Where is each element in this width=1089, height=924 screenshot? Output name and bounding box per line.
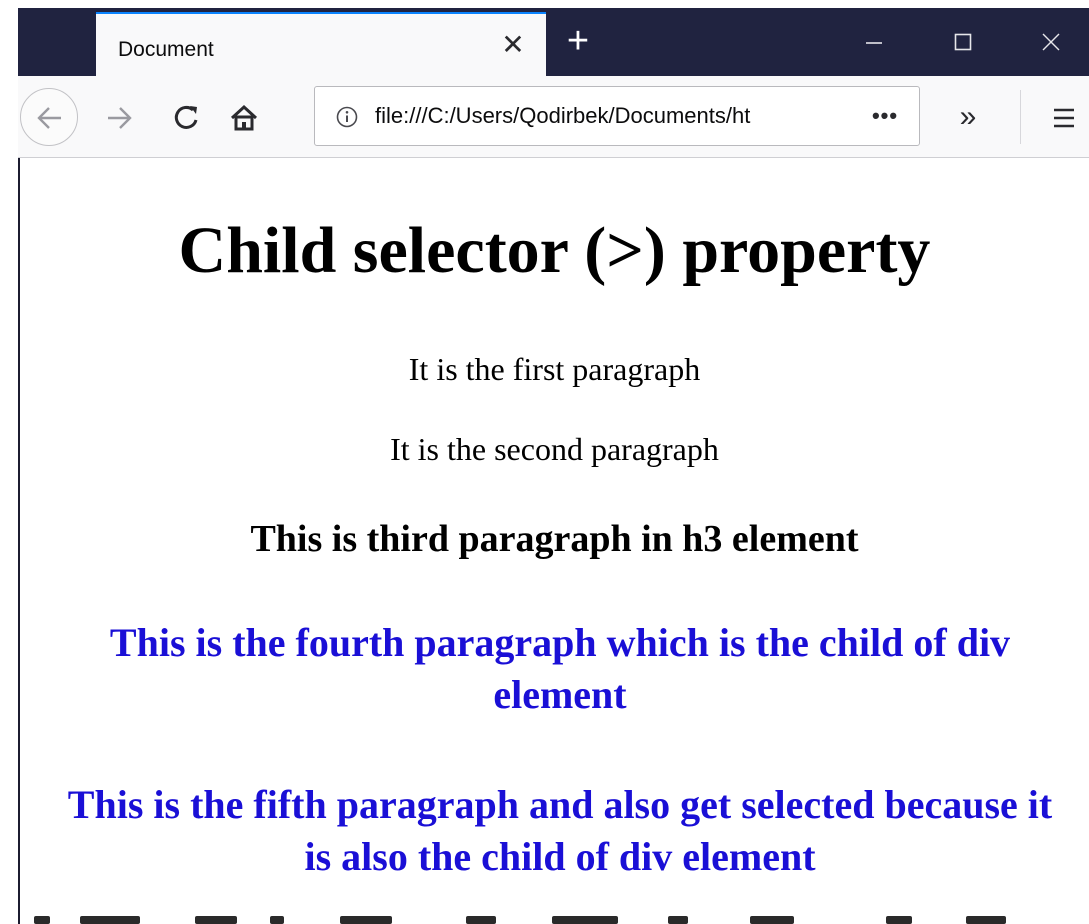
maximize-icon[interactable] — [943, 24, 983, 60]
forward-button[interactable] — [100, 98, 140, 138]
tab-document[interactable]: Document ✕ — [96, 12, 546, 76]
h3-paragraph: This is third paragraph in h3 element — [250, 518, 859, 560]
browser-window: Document ✕ + file:///C:/Users/Qodirbek/D… — [0, 0, 1089, 924]
navigation-toolbar: file:///C:/Users/Qodirbek/Documents/ht •… — [18, 76, 1089, 158]
back-button[interactable] — [20, 88, 78, 146]
fifth-paragraph: This is the fifth paragraph and also get… — [67, 782, 1053, 879]
info-icon[interactable] — [335, 105, 359, 129]
hamburger-icon[interactable] — [1044, 98, 1084, 138]
clipped-next-line — [20, 916, 1089, 924]
close-window-icon[interactable] — [1031, 24, 1071, 60]
overflow-chevron-icon[interactable]: » — [948, 98, 988, 138]
reload-icon — [174, 105, 198, 129]
home-icon — [230, 104, 258, 131]
new-tab-plus-icon[interactable]: + — [558, 22, 598, 62]
address-bar[interactable]: file:///C:/Users/Qodirbek/Documents/ht •… — [314, 86, 920, 146]
page-viewport: Child selector (>) property It is the fi… — [20, 159, 1089, 924]
tab-title: Document — [118, 38, 214, 61]
fourth-paragraph: This is the fourth paragraph which is th… — [109, 620, 1011, 717]
tab-close-icon[interactable]: ✕ — [496, 28, 530, 62]
home-button[interactable] — [224, 98, 264, 138]
page-actions-icon[interactable]: ••• — [863, 99, 907, 133]
page-heading: Child selector (>) property — [178, 214, 931, 287]
toolbar-divider — [1020, 90, 1021, 144]
title-bar: Document ✕ + — [18, 8, 1089, 76]
minimize-icon[interactable] — [854, 24, 894, 60]
arrow-left-icon — [37, 107, 61, 129]
url-fade — [755, 97, 845, 137]
second-paragraph: It is the second paragraph — [390, 431, 719, 467]
first-paragraph: It is the first paragraph — [408, 351, 701, 387]
arrow-right-icon — [108, 107, 132, 129]
reload-button[interactable] — [166, 98, 206, 138]
